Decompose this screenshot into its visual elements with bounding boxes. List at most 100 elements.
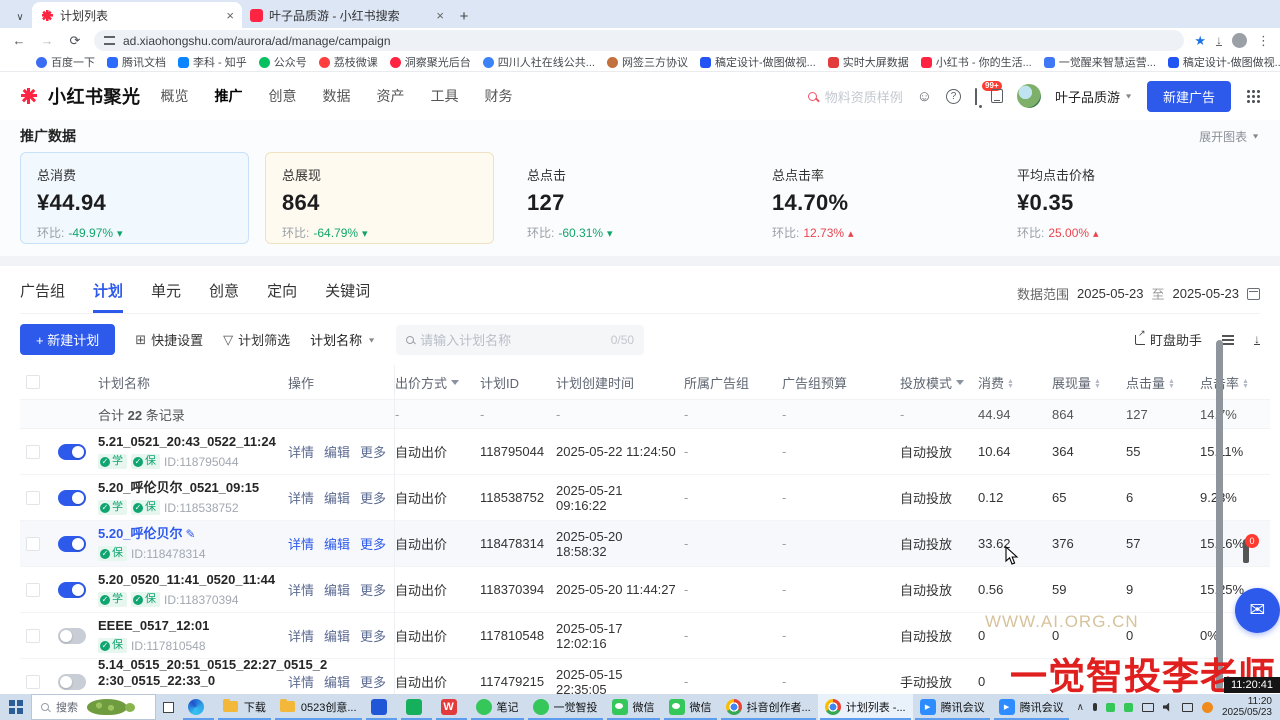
stat-card-clicks[interactable]: 总点击 127 环比:-60.31% — [510, 152, 739, 244]
edit-pencil-icon[interactable]: ✎ — [186, 527, 196, 541]
taskbar-clock[interactable]: 11:20 2025/05/23 — [1222, 696, 1274, 718]
detail-link[interactable]: 详情 — [288, 442, 314, 461]
tab-plan[interactable]: 计划 — [93, 274, 123, 313]
edit-link[interactable]: 编辑 — [324, 580, 350, 599]
detail-link[interactable]: 详情 — [288, 580, 314, 599]
more-link[interactable]: 更多 — [360, 534, 386, 553]
taskbar-app-yijue[interactable]: 一觉智投 — [526, 694, 605, 720]
browser-menu-icon[interactable]: ⋮ — [1257, 33, 1270, 49]
browser-tab[interactable]: 叶子品质游 - 小红书搜索 × — [242, 2, 452, 28]
device-icon[interactable] — [991, 89, 1003, 103]
plan-status-toggle[interactable] — [58, 582, 86, 598]
help-icon[interactable]: ? — [946, 89, 961, 104]
date-range-picker[interactable]: 数据范围 2025-05-23 至 2025-05-23 — [1017, 284, 1260, 303]
nav-creative[interactable]: 创意 — [269, 86, 297, 106]
nav-finance[interactable]: 财务 — [485, 86, 513, 106]
taskbar-app-edge[interactable] — [181, 694, 216, 720]
tab-keywords[interactable]: 关键词 — [325, 274, 370, 313]
filter-funnel-icon[interactable] — [451, 380, 459, 389]
tab-creative[interactable]: 创意 — [209, 274, 239, 313]
tab-ad-group[interactable]: 广告组 — [20, 274, 65, 313]
bookmark-item[interactable]: 洞察聚光后台 — [390, 54, 471, 70]
row-checkbox[interactable] — [20, 537, 54, 551]
quick-settings-button[interactable]: ⊞快捷设置 — [135, 330, 203, 349]
taskbar-app-wechat[interactable]: 微信 — [662, 694, 719, 720]
row-checkbox[interactable] — [20, 491, 54, 505]
tab-search-caret-icon[interactable]: ∨ — [8, 6, 32, 28]
message-fab-button[interactable]: ✉ — [1235, 588, 1280, 633]
new-plan-button[interactable]: + 新建计划 — [20, 324, 115, 355]
tray-expand-icon[interactable]: ∧ — [1077, 702, 1084, 713]
col-impressions[interactable]: 展现量▲▼ — [1052, 373, 1126, 392]
col-delivery-mode[interactable]: 投放模式 — [900, 373, 978, 392]
more-link[interactable]: 更多 — [360, 672, 386, 691]
taskbar-app-notes[interactable]: 笔记 — [469, 694, 526, 720]
bookmark-item[interactable]: 实时大屏数据 — [828, 54, 909, 70]
taskbar-app-folder[interactable]: 0523创意... — [273, 694, 364, 720]
monitor-assistant-button[interactable]: 盯盘助手 — [1135, 330, 1202, 349]
date-start[interactable]: 2025-05-23 — [1077, 286, 1144, 301]
detail-link[interactable]: 详情 — [288, 626, 314, 645]
nav-promotion[interactable]: 推广 — [215, 86, 243, 106]
detail-link[interactable]: 详情 — [288, 488, 314, 507]
bookmark-item[interactable]: 小红书 - 你的生活... — [921, 54, 1032, 70]
network-icon[interactable] — [1142, 703, 1154, 712]
bookmark-item[interactable]: 一觉醒来智慧运营... — [1044, 54, 1156, 70]
row-checkbox[interactable] — [20, 445, 54, 459]
header-search-input[interactable]: 物料资质样例 — [808, 87, 903, 106]
nav-overview[interactable]: 概览 — [161, 86, 189, 106]
plan-name[interactable]: 5.20_呼伦贝尔✎ — [98, 526, 280, 542]
sort-icon[interactable]: ▲▼ — [1168, 379, 1175, 389]
plan-filter-button[interactable]: ▽计划筛选 — [223, 330, 290, 349]
bookmark-item[interactable]: 稿定设计-做图做视... — [700, 54, 816, 70]
browser-profile-avatar[interactable] — [1232, 33, 1247, 48]
more-link[interactable]: 更多 — [360, 626, 386, 645]
taskbar-app-tencent-meeting[interactable]: ▶腾讯会议 — [992, 694, 1071, 720]
url-input[interactable]: ad.xiaohongshu.com/aurora/ad/manage/camp… — [94, 30, 1184, 51]
edit-link[interactable]: 编辑 — [324, 534, 350, 553]
microphone-icon[interactable] — [1093, 703, 1097, 711]
select-all-checkbox[interactable] — [20, 375, 54, 389]
expand-chart-button[interactable]: 展开图表▼ — [1199, 128, 1260, 145]
account-switcher[interactable]: 叶子品质游 ▼ — [1055, 87, 1133, 106]
site-settings-icon[interactable] — [104, 36, 115, 45]
plan-name[interactable]: 5.20_0520_11:41_0520_11:44 — [98, 572, 280, 588]
calendar-icon[interactable] — [1247, 288, 1260, 300]
taskbar-app-chrome-plan-list[interactable]: 计划列表 -... — [818, 694, 913, 720]
tab-unit[interactable]: 单元 — [151, 274, 181, 313]
edit-link[interactable]: 编辑 — [324, 488, 350, 507]
plan-name[interactable]: 5.20_呼伦贝尔_0521_09:15 — [98, 480, 280, 496]
more-link[interactable]: 更多 — [360, 442, 386, 461]
taskbar-app-tencent-meeting[interactable]: ▶腾讯会议 — [913, 694, 992, 720]
app-logo[interactable]: 小红书聚光 — [18, 83, 141, 109]
col-ctr[interactable]: 点击率▲▼ — [1200, 373, 1270, 392]
edit-link[interactable]: 编辑 — [324, 672, 350, 691]
plan-status-toggle[interactable] — [58, 674, 86, 690]
plan-status-toggle[interactable] — [58, 536, 86, 552]
notifications-button[interactable]: 99+ — [975, 89, 977, 104]
col-bid-method[interactable]: 出价方式 — [395, 373, 480, 392]
row-checkbox[interactable] — [20, 675, 54, 689]
download-icon[interactable]: ↓ — [1216, 35, 1222, 46]
plan-name[interactable]: 5.14_0515_20:51_0515_22:27_0515_2 — [98, 657, 280, 673]
col-cost[interactable]: 消费▲▼ — [978, 373, 1052, 392]
date-end[interactable]: 2025-05-23 — [1173, 286, 1240, 301]
taskbar-app-downloads[interactable]: 下载 — [216, 694, 273, 720]
sort-icon[interactable]: ▲▼ — [1094, 379, 1101, 389]
column-settings-icon[interactable] — [1222, 335, 1234, 337]
export-download-icon[interactable]: ↓ — [1254, 334, 1260, 345]
device-tray-icon[interactable] — [1182, 703, 1193, 712]
taskbar-app-wechat[interactable]: 微信 — [605, 694, 662, 720]
nav-tools[interactable]: 工具 — [431, 86, 459, 106]
more-link[interactable]: 更多 — [360, 488, 386, 507]
stat-card-ctr[interactable]: 总点击率 14.70% 环比:12.73% — [755, 152, 984, 244]
plan-name-line2[interactable]: 2:30_0515_22:33_0 — [98, 673, 280, 689]
plan-name-search-input[interactable]: 请输入计划名称 0/50 — [396, 325, 644, 355]
bookmark-item[interactable]: 荔枝微课 — [319, 54, 378, 70]
feedback-smiley-icon[interactable]: ☺ — [917, 88, 932, 105]
task-view-button[interactable] — [156, 694, 181, 720]
detail-link[interactable]: 详情 — [288, 672, 314, 691]
plan-status-toggle[interactable] — [58, 628, 86, 644]
tab-targeting[interactable]: 定向 — [267, 274, 297, 313]
detail-link[interactable]: 详情 — [288, 534, 314, 553]
